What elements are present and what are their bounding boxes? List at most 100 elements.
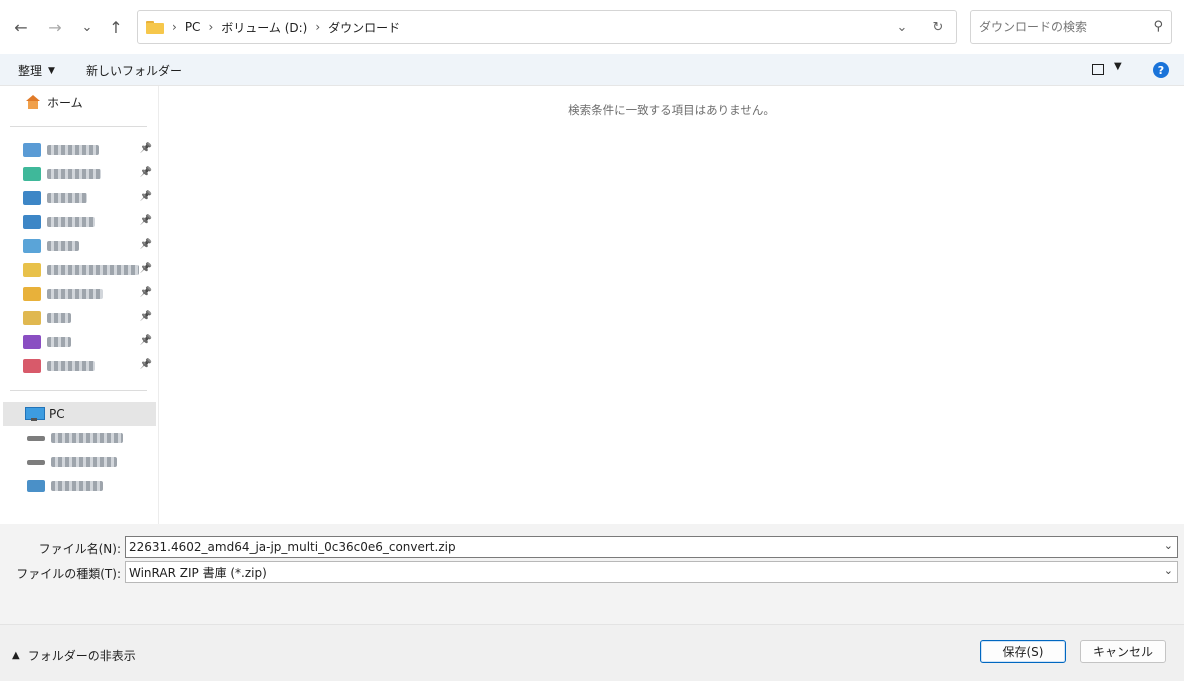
refresh-icon[interactable]: ↻ (920, 20, 956, 35)
pin-icon[interactable]: 📌 (140, 311, 152, 322)
sidebar-item-quick-access[interactable]: 📌 (3, 162, 156, 186)
search-input[interactable] (979, 20, 1139, 34)
sidebar-item-quick-access[interactable]: 📌 (3, 138, 156, 162)
breadcrumb-separator-icon: › (315, 20, 321, 34)
breadcrumb-volume-d[interactable]: ボリューム (D:) (221, 19, 307, 36)
folder-icon (23, 287, 41, 301)
search-box[interactable]: ⚲ (970, 10, 1172, 44)
blurred-label (47, 193, 87, 203)
caret-down-icon: ▼ (48, 65, 55, 76)
search-icon[interactable]: ⚲ (1153, 19, 1163, 34)
sidebar-item-label: ホーム (47, 95, 83, 110)
pin-icon[interactable]: 📌 (140, 359, 152, 370)
breadcrumb-pc[interactable]: PC (185, 20, 201, 34)
pin-icon[interactable]: 📌 (140, 143, 152, 154)
filetype-select[interactable]: WinRAR ZIP 書庫 (*.zip) ⌄ (125, 561, 1178, 583)
chevron-down-icon[interactable]: ⌄ (1164, 564, 1173, 577)
blurred-label (47, 337, 71, 347)
hide-folders-toggle[interactable]: ▲ フォルダーの非表示 (12, 647, 136, 664)
sidebar-item-drive[interactable] (3, 450, 156, 474)
filename-label: ファイル名(N): (38, 542, 121, 556)
pin-icon[interactable]: 📌 (140, 335, 152, 346)
view-options-icon[interactable] (1092, 64, 1104, 75)
breadcrumb-separator-icon: › (172, 20, 177, 34)
recent-locations-button[interactable]: ⌄ (74, 13, 100, 41)
filename-value: 22631.4602_amd64_ja-jp_multi_0c36c0e6_co… (129, 540, 456, 554)
back-button[interactable]: ← (8, 13, 34, 41)
blurred-label (47, 217, 95, 227)
pin-icon[interactable]: 📌 (140, 239, 152, 250)
address-row: ← → ⌄ ↑ › PC › ボリューム (D:) › ダウンロード ⌄ ↻ ⚲ (0, 0, 1184, 54)
drive-icon (27, 480, 45, 492)
sidebar-item-drive[interactable] (3, 426, 156, 450)
sidebar-item-quick-access[interactable]: 📌 (3, 306, 156, 330)
folder-icon (23, 239, 41, 253)
caret-down-icon[interactable]: ▼ (1114, 61, 1122, 72)
sidebar-item-quick-access[interactable]: 📌 (3, 210, 156, 234)
folder-icon (23, 167, 41, 181)
chevron-down-icon[interactable]: ⌄ (1164, 539, 1173, 552)
sidebar-item-pc[interactable]: PC (3, 402, 156, 426)
chevron-down-icon[interactable]: ⌄ (884, 20, 920, 35)
pc-icon (25, 407, 45, 421)
sidebar-item-quick-access[interactable]: 📌 (3, 354, 156, 378)
navigation-pane: ホーム 📌 📌 📌 📌 📌 📌 📌 📌 📌 📌 PC (0, 86, 159, 524)
arrow-left-icon: ← (14, 17, 28, 37)
arrow-up-icon: ↑ (109, 17, 123, 37)
sidebar-item-quick-access[interactable]: 📌 (3, 186, 156, 210)
caret-up-icon: ▲ (12, 650, 20, 661)
save-dialog-footer: ファイル名(N): 22631.4602_amd64_ja-jp_multi_0… (0, 524, 1184, 681)
breadcrumb-separator-icon: › (208, 20, 214, 34)
file-list-pane[interactable]: 検索条件に一致する項目はありません。 (159, 86, 1184, 524)
folder-icon (23, 335, 41, 349)
organize-menu[interactable]: 整理 ▼ (18, 62, 55, 79)
cancel-button[interactable]: キャンセル (1080, 640, 1166, 663)
folder-icon (23, 263, 41, 277)
empty-results-message: 検索条件に一致する項目はありません。 (568, 103, 775, 117)
sidebar-item-quick-access[interactable]: 📌 (3, 258, 156, 282)
filetype-label: ファイルの種類(T): (16, 567, 121, 581)
sidebar-item-quick-access[interactable]: 📌 (3, 234, 156, 258)
blurred-label (47, 145, 99, 155)
organize-label: 整理 (18, 64, 43, 78)
arrow-right-icon: → (48, 17, 62, 37)
folder-icon (23, 215, 41, 229)
filename-field[interactable]: 22631.4602_amd64_ja-jp_multi_0c36c0e6_co… (125, 536, 1178, 558)
chevron-down-icon: ⌄ (81, 19, 93, 35)
filetype-value: WinRAR ZIP 書庫 (*.zip) (129, 565, 267, 580)
pin-icon[interactable]: 📌 (140, 287, 152, 298)
drive-icon (27, 459, 45, 465)
save-button[interactable]: 保存(S) (980, 640, 1066, 663)
pin-icon[interactable]: 📌 (140, 167, 152, 178)
help-icon[interactable]: ? (1153, 62, 1169, 78)
blurred-label (51, 481, 103, 491)
folder-icon (23, 359, 41, 373)
folder-icon (23, 311, 41, 325)
blurred-label (51, 433, 123, 443)
pin-icon[interactable]: 📌 (140, 191, 152, 202)
blurred-label (47, 361, 95, 371)
folder-icon (146, 20, 164, 34)
home-icon (25, 95, 41, 109)
up-button[interactable]: ↑ (103, 13, 129, 41)
pin-icon[interactable]: 📌 (140, 215, 152, 226)
sidebar-divider (10, 390, 147, 391)
folder-icon (23, 191, 41, 205)
new-folder-button[interactable]: 新しいフォルダー (86, 62, 182, 79)
breadcrumb-downloads[interactable]: ダウンロード (328, 19, 400, 36)
sidebar-item-home[interactable]: ホーム (3, 90, 156, 114)
sidebar-item-quick-access[interactable]: 📌 (3, 282, 156, 306)
sidebar-item-quick-access[interactable]: 📌 (3, 330, 156, 354)
sidebar-divider (10, 126, 147, 127)
forward-button[interactable]: → (42, 13, 68, 41)
pin-icon[interactable]: 📌 (140, 263, 152, 274)
blurred-label (47, 313, 71, 323)
blurred-label (47, 265, 139, 275)
new-folder-label: 新しいフォルダー (86, 64, 183, 78)
address-actions: ⌄ ↻ (884, 11, 956, 43)
address-bar[interactable]: › PC › ボリューム (D:) › ダウンロード ⌄ ↻ (137, 10, 957, 44)
blurred-label (47, 169, 101, 179)
blurred-label (47, 289, 103, 299)
sidebar-item-drive[interactable] (3, 474, 156, 498)
hide-folders-label: フォルダーの非表示 (27, 649, 136, 663)
